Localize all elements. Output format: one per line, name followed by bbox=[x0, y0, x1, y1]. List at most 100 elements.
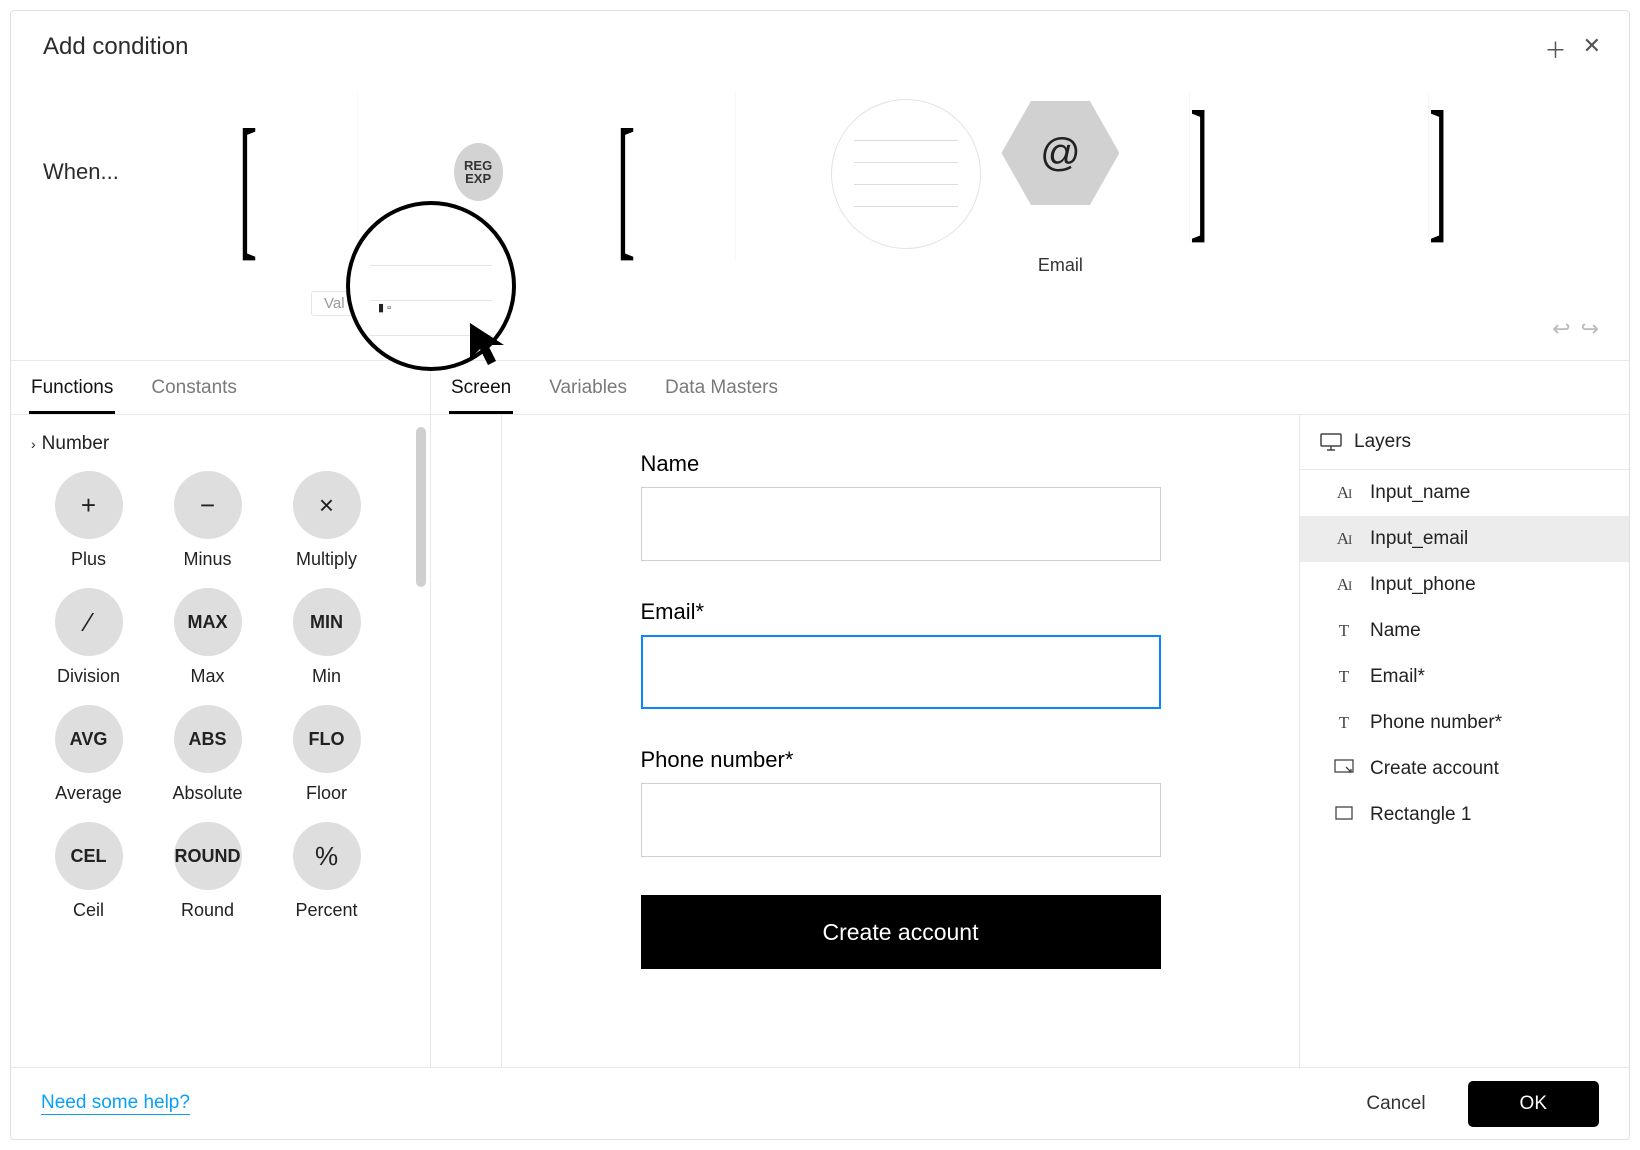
function-label: Average bbox=[55, 783, 122, 804]
add-icon[interactable]: ＋ bbox=[1545, 33, 1567, 65]
monitor-icon bbox=[1320, 433, 1342, 451]
floor-icon: FLO bbox=[293, 705, 361, 773]
tab-screen[interactable]: Screen bbox=[449, 377, 513, 414]
function-division[interactable]: ⁄ Division bbox=[31, 588, 146, 687]
function-label: Floor bbox=[306, 783, 347, 804]
text-icon: T bbox=[1332, 667, 1356, 687]
function-label: Percent bbox=[295, 900, 357, 921]
text-icon: T bbox=[1332, 621, 1356, 641]
function-label: Multiply bbox=[296, 549, 357, 570]
cancel-button[interactable]: Cancel bbox=[1340, 1083, 1451, 1125]
create-account-button[interactable]: Create account bbox=[641, 895, 1161, 969]
field-input-name[interactable] bbox=[641, 487, 1161, 561]
layer-label: Rectangle 1 bbox=[1370, 804, 1471, 826]
dialog-title: Add condition bbox=[43, 33, 1597, 61]
function-ceil[interactable]: CEL Ceil bbox=[31, 822, 146, 921]
screen-thumbnail[interactable] bbox=[831, 99, 981, 249]
button-icon bbox=[1332, 759, 1356, 780]
bracket-open-icon: [ bbox=[231, 91, 357, 261]
field-label-name: Name bbox=[641, 451, 1161, 477]
layer-email-[interactable]: T Email* bbox=[1300, 654, 1629, 700]
layer-name[interactable]: T Name bbox=[1300, 608, 1629, 654]
when-label: When... bbox=[43, 159, 119, 185]
close-icon[interactable]: ✕ bbox=[1583, 33, 1601, 65]
layers-panel: Layers AIInput_nameAIInput_emailAIInput_… bbox=[1299, 415, 1629, 1067]
round-icon: ROUND bbox=[174, 822, 242, 890]
layer-label: Input_phone bbox=[1370, 574, 1476, 596]
scrollbar-thumb[interactable] bbox=[416, 427, 426, 587]
layer-input-name[interactable]: AIInput_name bbox=[1300, 470, 1629, 516]
max-icon: MAX bbox=[174, 588, 242, 656]
function-label: Round bbox=[181, 900, 234, 921]
expression-header: Add condition ＋ ✕ When... [ REG EXP [ @ … bbox=[11, 11, 1629, 361]
layer-label: Input_name bbox=[1370, 482, 1470, 504]
email-regex-token[interactable]: @ bbox=[1001, 101, 1119, 205]
help-link[interactable]: Need some help? bbox=[41, 1092, 190, 1115]
condition-dialog: Add condition ＋ ✕ When... [ REG EXP [ @ … bbox=[10, 10, 1630, 1140]
layer-phone-number-[interactable]: T Phone number* bbox=[1300, 700, 1629, 746]
average-icon: AVG bbox=[55, 705, 123, 773]
regexp-token[interactable]: REG EXP bbox=[454, 143, 503, 201]
plus-icon: + bbox=[55, 471, 123, 539]
field-input-email[interactable] bbox=[641, 635, 1161, 709]
percent-icon: % bbox=[293, 822, 361, 890]
min-icon: MIN bbox=[293, 588, 361, 656]
function-minus[interactable]: − Minus bbox=[150, 471, 265, 570]
layer-input-email[interactable]: AIInput_email bbox=[1300, 516, 1629, 562]
field-input-phonenumber[interactable] bbox=[641, 783, 1161, 857]
chevron-right-icon: › bbox=[31, 436, 36, 452]
rect-icon bbox=[1332, 805, 1356, 825]
function-label: Plus bbox=[71, 549, 106, 570]
redo-icon[interactable]: ↪ bbox=[1581, 316, 1599, 342]
function-max[interactable]: MAX Max bbox=[150, 588, 265, 687]
layer-label: Name bbox=[1370, 620, 1421, 642]
screen-preview: Name Email* Phone number* Create account bbox=[501, 415, 1299, 1067]
text-icon: T bbox=[1332, 713, 1356, 733]
function-label: Division bbox=[57, 666, 120, 687]
bracket-close-icon: ] bbox=[1429, 91, 1527, 243]
hexagon-label: Email bbox=[1038, 255, 1083, 276]
layer-label: Phone number* bbox=[1370, 712, 1502, 734]
field-label-email: Email* bbox=[641, 599, 1161, 625]
tab-data-masters[interactable]: Data Masters bbox=[663, 377, 780, 414]
layer-input-phone[interactable]: AI Input_phone bbox=[1300, 562, 1629, 608]
main-area: › Number + Plus − Minus × Multiply ⁄ Division MA… bbox=[11, 415, 1629, 1067]
magnifier-overlay: ▮ ▫ bbox=[346, 201, 516, 371]
field-label-phonenumber: Phone number* bbox=[641, 747, 1161, 773]
tab-functions[interactable]: Functions bbox=[29, 377, 115, 414]
multiply-icon: × bbox=[293, 471, 361, 539]
tab-constants[interactable]: Constants bbox=[149, 377, 239, 414]
minus-icon: − bbox=[174, 471, 242, 539]
function-label: Minus bbox=[183, 549, 231, 570]
undo-icon[interactable]: ↩ bbox=[1552, 316, 1570, 342]
function-min[interactable]: MIN Min bbox=[269, 588, 384, 687]
division-icon: ⁄ bbox=[55, 588, 123, 656]
layer-label: Email* bbox=[1370, 666, 1425, 688]
input-icon: AI bbox=[1332, 529, 1356, 549]
function-plus[interactable]: + Plus bbox=[31, 471, 146, 570]
ceil-icon: CEL bbox=[55, 822, 123, 890]
at-icon: @ bbox=[1040, 131, 1081, 176]
bracket-close-icon: ] bbox=[1190, 91, 1288, 243]
tab-variables[interactable]: Variables bbox=[547, 377, 629, 414]
functions-section-number[interactable]: › Number bbox=[31, 433, 424, 455]
function-multiply[interactable]: × Multiply bbox=[269, 471, 384, 570]
tabs-bar: Functions Constants Screen Variables Data M… bbox=[11, 361, 1629, 415]
function-label: Min bbox=[312, 666, 341, 687]
layer-label: Create account bbox=[1370, 758, 1499, 780]
function-absolute[interactable]: ABS Absolute bbox=[150, 705, 265, 804]
function-average[interactable]: AVG Average bbox=[31, 705, 146, 804]
function-round[interactable]: ROUND Round bbox=[150, 822, 265, 921]
input-icon: AI bbox=[1332, 575, 1356, 595]
function-label: Max bbox=[190, 666, 224, 687]
layer-rectangle-1[interactable]: Rectangle 1 bbox=[1300, 792, 1629, 838]
layers-title: Layers bbox=[1354, 431, 1411, 453]
absolute-icon: ABS bbox=[174, 705, 242, 773]
function-floor[interactable]: FLO Floor bbox=[269, 705, 384, 804]
layer-create-account[interactable]: Create account bbox=[1300, 746, 1629, 792]
function-percent[interactable]: % Percent bbox=[269, 822, 384, 921]
function-label: Absolute bbox=[172, 783, 242, 804]
ok-button[interactable]: OK bbox=[1468, 1081, 1599, 1127]
function-label: Ceil bbox=[73, 900, 104, 921]
functions-panel: › Number + Plus − Minus × Multiply ⁄ Division MA… bbox=[11, 415, 431, 1067]
